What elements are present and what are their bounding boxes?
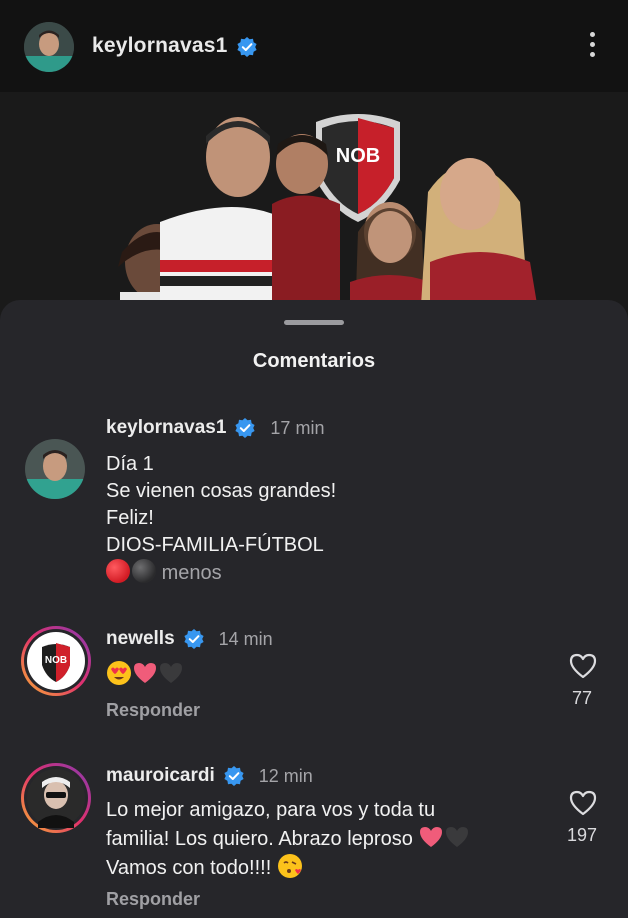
- heart-eyes-emoji: [107, 661, 131, 685]
- sheet-drag-handle[interactable]: [284, 320, 344, 325]
- black-heart-emoji: [446, 827, 469, 847]
- black-heart-emoji: [160, 663, 182, 683]
- comments-sheet: Comentarios keylornavas1 17 min Día 1 Se…: [0, 300, 628, 918]
- verified-badge-icon: [237, 37, 257, 57]
- comment-line: Feliz!: [106, 507, 154, 529]
- post-header: keylornavas1: [0, 0, 628, 92]
- heart-outline-icon[interactable]: [566, 652, 600, 680]
- more-vertical-icon[interactable]: [582, 32, 602, 64]
- verified-badge-icon: [235, 418, 256, 438]
- comment-time: 17 min: [270, 417, 325, 438]
- like-count: 77: [571, 688, 593, 708]
- post-photo[interactable]: NOB: [0, 92, 628, 322]
- black-circle-emoji: [132, 559, 156, 583]
- reply-button[interactable]: Responder: [106, 700, 200, 721]
- comment-text: Lo mejor amigazo, para vos y toda tu fam…: [106, 797, 470, 882]
- comment-line: Vamos con todo!!!!: [106, 857, 272, 879]
- verified-badge-icon: [224, 766, 244, 786]
- sheet-title: Comentarios: [252, 350, 376, 372]
- comment-line: Lo mejor amigazo, para vos y toda tu: [106, 799, 436, 821]
- commenter-avatar[interactable]: NOB: [20, 625, 92, 697]
- like-count: 197: [566, 825, 598, 845]
- red-heart-emoji: [134, 663, 156, 683]
- kissing-heart-emoji: [277, 854, 302, 878]
- show-less-link[interactable]: menos: [162, 562, 222, 584]
- comment-username[interactable]: mauroicardi: [106, 765, 215, 787]
- verified-badge-icon: [184, 629, 204, 649]
- photo-crest-text: NOB: [336, 145, 380, 167]
- comment-time: 14 min: [218, 628, 273, 649]
- red-circle-emoji: [106, 559, 130, 583]
- comment-line: familia! Los quiero. Abrazo leproso: [106, 828, 413, 850]
- commenter-avatar[interactable]: [25, 439, 85, 499]
- comment-username[interactable]: newells: [106, 628, 175, 650]
- commenter-avatar[interactable]: [20, 762, 92, 834]
- comment-line: DIOS-FAMILIA-FÚTBOL: [106, 534, 324, 556]
- red-heart-emoji: [420, 827, 443, 847]
- comment-line: Día 1: [106, 453, 154, 475]
- comment-text: Día 1 Se vienen cosas grandes! Feliz! DI…: [106, 451, 336, 587]
- comment-username[interactable]: keylornavas1: [106, 417, 226, 439]
- comment-line: Se vienen cosas grandes!: [106, 480, 337, 502]
- nob-avatar-text: NOB: [45, 655, 67, 666]
- profile-avatar[interactable]: [24, 22, 74, 72]
- reply-button[interactable]: Responder: [106, 889, 200, 910]
- heart-outline-icon[interactable]: [566, 789, 600, 817]
- post-username[interactable]: keylornavas1: [92, 34, 228, 58]
- comment-time: 12 min: [258, 765, 313, 786]
- comment-emoji-text: [106, 660, 184, 689]
